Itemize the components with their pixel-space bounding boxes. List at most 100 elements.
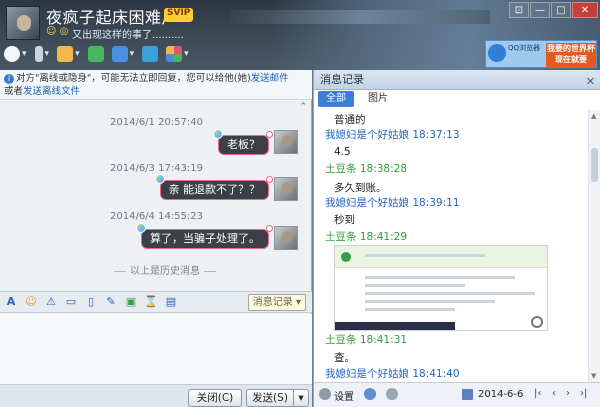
message-history-panel: 消息记录 ✕ 全部 图片 普通的 我媳妇是个好姑娘 18:37:13 4.5 土…	[313, 70, 600, 407]
send-email-link[interactable]: 发送邮件	[251, 73, 289, 84]
ad-promo-text: 我要的世界杯 现在就要	[546, 43, 596, 67]
bubble-decoration-icon	[154, 174, 165, 184]
shake-icon[interactable]: ⚠	[44, 295, 58, 309]
history-tabs: 全部 图片	[314, 91, 600, 109]
message-time: 2014/6/4 14:55:23	[110, 211, 204, 222]
close-button[interactable]: 关闭(C)	[188, 389, 242, 407]
voice-call-icon	[34, 46, 43, 62]
ad-browser-label: QQ浏览器	[508, 44, 541, 52]
message-bubble: 老板？	[213, 129, 273, 155]
history-message: 多久到账。	[334, 182, 387, 194]
scroll-down-icon[interactable]: ▼	[591, 372, 596, 380]
image-icon[interactable]: ▣	[124, 295, 138, 309]
close-history-icon[interactable]: ✕	[586, 72, 595, 92]
send-file-button[interactable]: ▾	[57, 46, 80, 62]
ad-banner[interactable]: QQ浏览器 我要的世界杯 现在就要	[485, 40, 597, 68]
notice-text-1: 对方"离线或隐身"，可能无法立即回复，您可以给他(她)	[16, 73, 251, 84]
contact-avatar[interactable]	[6, 6, 40, 40]
message-text: 算了，当骗子处理了。	[150, 232, 260, 245]
bubble-decoration-icon	[213, 129, 223, 139]
history-message: 查。	[334, 352, 355, 364]
avatar-face	[282, 135, 292, 147]
send-options-dropdown[interactable]: ▾	[293, 389, 309, 407]
maximize-button[interactable]: □	[551, 2, 571, 18]
sender-avatar[interactable]	[274, 130, 298, 154]
history-sender-line: 我媳妇是个好姑娘 18:37:13	[325, 129, 460, 141]
voice-call-button[interactable]: ▾	[34, 46, 49, 62]
history-message: 普通的	[334, 114, 366, 126]
group-add-button[interactable]	[87, 46, 104, 62]
history-sender-line: 我媳妇是个好姑娘 18:39:11	[325, 197, 460, 209]
thumbnail-dark-strip	[335, 322, 455, 330]
remote-desktop-button[interactable]: ▾	[111, 46, 134, 62]
next-page-button[interactable]: ›	[566, 388, 570, 399]
notice-text-2: 或者	[4, 86, 24, 97]
bubble-dot-icon	[266, 131, 273, 138]
emoji-icon[interactable]: ☺	[24, 295, 38, 309]
close-window-button[interactable]: ✕	[572, 2, 598, 18]
thumbnail-text-row	[365, 300, 495, 303]
avatar-face	[282, 231, 292, 243]
thumbnail-success-icon	[341, 252, 351, 262]
offline-notice: i 对方"离线或隐身"，可能无法立即回复，您可以给他(她)发送邮件 或者发送离线文…	[0, 70, 312, 100]
timer-icon[interactable]: ⌛	[144, 295, 158, 309]
avatar-face	[282, 182, 292, 194]
message-input[interactable]	[0, 314, 312, 384]
screen-capture-icon[interactable]: ▭	[64, 295, 78, 309]
sender-avatar[interactable]	[274, 177, 298, 201]
message-bubble: 亲 能退款不了？？	[154, 174, 273, 200]
chat-bottom-bar: 关闭(C) 发送(S) ▾	[0, 384, 312, 407]
thumbnail-text-row	[365, 276, 515, 279]
first-page-button[interactable]: |‹	[534, 388, 541, 399]
settings-button[interactable]: 设置	[334, 388, 354, 403]
history-message: 秒到	[334, 214, 355, 226]
thumbnail-text-row	[365, 292, 535, 295]
history-date[interactable]: 2014-6-6	[478, 389, 523, 400]
screen-share-button[interactable]	[142, 46, 159, 62]
tab-images[interactable]: 图片	[360, 91, 396, 107]
vip-badge[interactable]: SVIP	[164, 8, 194, 22]
history-footer: 设置 2014-6-6 |‹ ‹ › ›|	[314, 382, 600, 407]
zoom-icon[interactable]	[531, 316, 543, 328]
bubble-decoration-icon	[136, 223, 146, 233]
status-icons: ☺ ◎	[46, 26, 69, 37]
scrollbar-thumb[interactable]	[591, 148, 598, 182]
video-call-button[interactable]: ▾	[4, 46, 27, 62]
history-sender-line: 土豆条 18:41:31	[325, 334, 407, 346]
remote-desktop-icon	[111, 46, 128, 62]
contact-name[interactable]: 夜疯子起床困难户	[46, 4, 178, 28]
apps-button[interactable]: ▾	[166, 46, 189, 62]
message-history-button[interactable]: 消息记录 ▾	[247, 294, 306, 311]
history-sender-line: 土豆条 18:38:28	[325, 163, 407, 175]
voice-message-icon[interactable]: ▯	[84, 295, 98, 309]
doodle-icon[interactable]: ✎	[104, 295, 118, 309]
screen-share-icon	[142, 46, 159, 62]
settings-gear-icon[interactable]	[319, 388, 331, 400]
skin-icon[interactable]: ⊡	[509, 2, 529, 18]
scroll-up-icon[interactable]: ▲	[591, 112, 596, 120]
collapse-history-icon[interactable]: ⌃	[299, 102, 307, 112]
sender-avatar[interactable]	[274, 226, 298, 250]
history-image-thumbnail[interactable]	[334, 245, 548, 331]
font-icon[interactable]: A	[4, 295, 18, 309]
thumbnail-header	[335, 246, 547, 268]
send-file-icon	[57, 46, 74, 62]
history-scrollbar[interactable]: ▲ ▼	[588, 110, 600, 382]
thumbnail-text-row	[365, 308, 455, 311]
calendar-icon[interactable]	[462, 389, 473, 400]
tab-all[interactable]: 全部	[318, 91, 354, 107]
last-page-button[interactable]: ›|	[580, 388, 587, 399]
group-add-icon	[87, 46, 104, 62]
info-icon: i	[4, 74, 14, 84]
history-sender-line: 土豆条 18:41:29	[325, 231, 407, 243]
prev-page-button[interactable]: ‹	[552, 388, 556, 399]
message-text: 亲 能退款不了？？	[168, 183, 261, 196]
video-call-icon	[4, 46, 20, 62]
send-offline-file-link[interactable]: 发送离线文件	[23, 86, 80, 97]
search-icon[interactable]	[364, 388, 376, 400]
minimize-button[interactable]: —	[530, 2, 550, 18]
send-button[interactable]: 发送(S)	[246, 389, 294, 407]
more-tools-icon[interactable]: ▤	[164, 295, 178, 309]
history-tools-icon[interactable]	[386, 388, 398, 400]
message-time: 2014/6/3 17:43:19	[110, 163, 204, 174]
